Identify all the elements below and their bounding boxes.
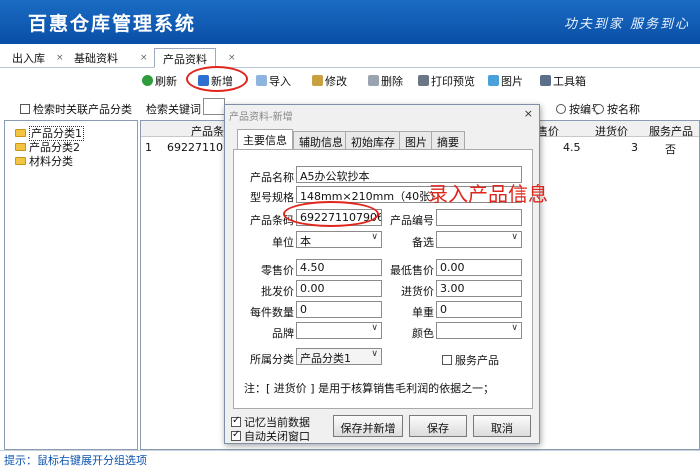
refresh-button[interactable]: 刷新 <box>142 73 177 89</box>
folder-icon <box>15 143 26 151</box>
tree-item-material[interactable]: 材料分类 <box>15 153 73 169</box>
tab-basic-data[interactable]: 基础资料 <box>74 50 118 66</box>
wholesale-price-label: 批发价 <box>261 285 294 298</box>
brand-select[interactable]: ∨ <box>296 322 382 339</box>
column-header-service[interactable]: 服务产品 <box>649 123 693 139</box>
column-header-price[interactable]: 售价 <box>537 123 559 139</box>
chevron-down-icon: ∨ <box>511 232 518 242</box>
wholesale-price-field[interactable]: 0.00 <box>296 280 382 297</box>
brand-label: 品牌 <box>272 327 294 340</box>
column-header-cost[interactable]: 进货价 <box>595 123 628 139</box>
save-button[interactable]: 保存 <box>409 415 467 437</box>
save-and-new-button[interactable]: 保存并新增 <box>333 415 403 437</box>
tab-image[interactable]: 图片 <box>399 131 433 149</box>
keyword-label: 检索关键词 <box>146 103 201 116</box>
unit-weight-field[interactable]: 0 <box>436 301 522 318</box>
print-preview-button[interactable]: 打印预览 <box>418 73 475 89</box>
cost-note: 注：[ 进货价 ] 是用于核算销售毛利润的依据之一； <box>244 382 495 395</box>
spare-select[interactable]: ∨ <box>436 231 522 248</box>
qty-per-piece-label: 每件数量 <box>250 306 294 319</box>
color-select[interactable]: ∨ <box>436 322 522 339</box>
chevron-down-icon: ∨ <box>511 323 518 333</box>
chevron-down-icon: ∨ <box>371 349 378 359</box>
cost-price-label: 进货价 <box>401 285 434 298</box>
image-icon <box>488 75 499 86</box>
tab-main-info[interactable]: 主要信息 <box>237 129 293 150</box>
import-button[interactable]: 导入 <box>256 73 291 89</box>
barcode-highlight-circle <box>283 201 379 227</box>
delete-button[interactable]: 删除 <box>368 73 403 89</box>
close-icon[interactable]: × <box>524 107 533 120</box>
trash-icon <box>368 75 379 86</box>
add-highlight-circle <box>186 66 248 92</box>
auto-close-checkbox[interactable]: 自动关闭窗口 <box>231 428 310 444</box>
close-icon[interactable]: × <box>228 53 236 63</box>
cell-price[interactable]: 4.5 <box>563 141 581 154</box>
app-title: 百惠仓库管理系统 <box>28 13 197 35</box>
chevron-down-icon: ∨ <box>371 232 378 242</box>
dialog-titlebar: 产品资料-新增 × <box>225 105 539 123</box>
service-product-checkbox[interactable]: 服务产品 <box>442 352 499 368</box>
printer-icon <box>418 75 429 86</box>
by-name-radio[interactable]: 按名称 <box>594 101 640 117</box>
app-header: 百惠仓库管理系统 功夫到家 服务到心 <box>0 0 700 44</box>
category-tree: 产品分类1 产品分类2 材料分类 <box>4 120 138 450</box>
retail-price-field[interactable]: 4.50 <box>296 259 382 276</box>
tab-bar: 出入库 × 基础资料 × 产品资料 × <box>0 44 700 68</box>
tab-product-data[interactable]: 产品资料 <box>154 48 216 68</box>
min-price-field[interactable]: 0.00 <box>436 259 522 276</box>
close-icon[interactable]: × <box>140 53 148 63</box>
qty-per-piece-field[interactable]: 0 <box>296 301 382 318</box>
cost-price-field[interactable]: 3.00 <box>436 280 522 297</box>
chevron-down-icon: ∨ <box>371 323 378 333</box>
cell-service[interactable]: 否 <box>665 141 676 157</box>
product-code-label: 产品编号 <box>390 214 434 227</box>
related-category-checkbox[interactable]: 检索时关联产品分类 <box>20 101 132 117</box>
edit-icon <box>312 75 323 86</box>
row-number: 1 <box>145 141 152 154</box>
close-icon[interactable]: × <box>56 53 64 63</box>
edit-button[interactable]: 修改 <box>312 73 347 89</box>
category-select[interactable]: 产品分类1 ∨ <box>296 348 382 365</box>
retail-price-label: 零售价 <box>261 264 294 277</box>
status-bar: 提示：鼠标右键展开分组选项 <box>0 450 700 466</box>
folder-icon <box>15 157 26 165</box>
toolbox-icon <box>540 75 551 86</box>
toolbar: 刷新 新增 导入 修改 删除 打印预览 图片 工具箱 <box>0 68 700 92</box>
product-add-dialog: 产品资料-新增 × 主要信息 辅助信息 初始库存 图片 摘要 产品名称 A5办公… <box>224 104 540 444</box>
spec-label: 型号规格 <box>250 191 294 204</box>
import-icon <box>256 75 267 86</box>
spare-label: 备选 <box>412 236 434 249</box>
unit-select[interactable]: 本 ∨ <box>296 231 382 248</box>
color-label: 颜色 <box>412 327 434 340</box>
keyword-input[interactable] <box>203 98 225 115</box>
tab-stock-io[interactable]: 出入库 <box>12 50 45 66</box>
product-name-label: 产品名称 <box>250 171 294 184</box>
app-slogan: 功夫到家 服务到心 <box>563 17 690 32</box>
folder-icon <box>15 129 26 137</box>
category-label: 所属分类 <box>250 353 294 366</box>
refresh-icon <box>142 75 153 86</box>
cancel-button[interactable]: 取消 <box>473 415 531 437</box>
toolbox-button[interactable]: 工具箱 <box>540 73 586 89</box>
unit-weight-label: 单重 <box>412 306 434 319</box>
tab-initial-stock[interactable]: 初始库存 <box>345 131 401 149</box>
tab-summary[interactable]: 摘要 <box>431 131 465 149</box>
cell-cost[interactable]: 3 <box>631 141 638 154</box>
dialog-title: 产品资料-新增 <box>229 112 293 123</box>
min-price-label: 最低售价 <box>390 264 434 277</box>
annotation-text: 录入产品信息 <box>428 182 548 206</box>
unit-label: 单位 <box>272 236 294 249</box>
image-button[interactable]: 图片 <box>488 73 523 89</box>
tab-aux-info[interactable]: 辅助信息 <box>293 131 349 149</box>
product-code-field[interactable] <box>436 209 522 226</box>
